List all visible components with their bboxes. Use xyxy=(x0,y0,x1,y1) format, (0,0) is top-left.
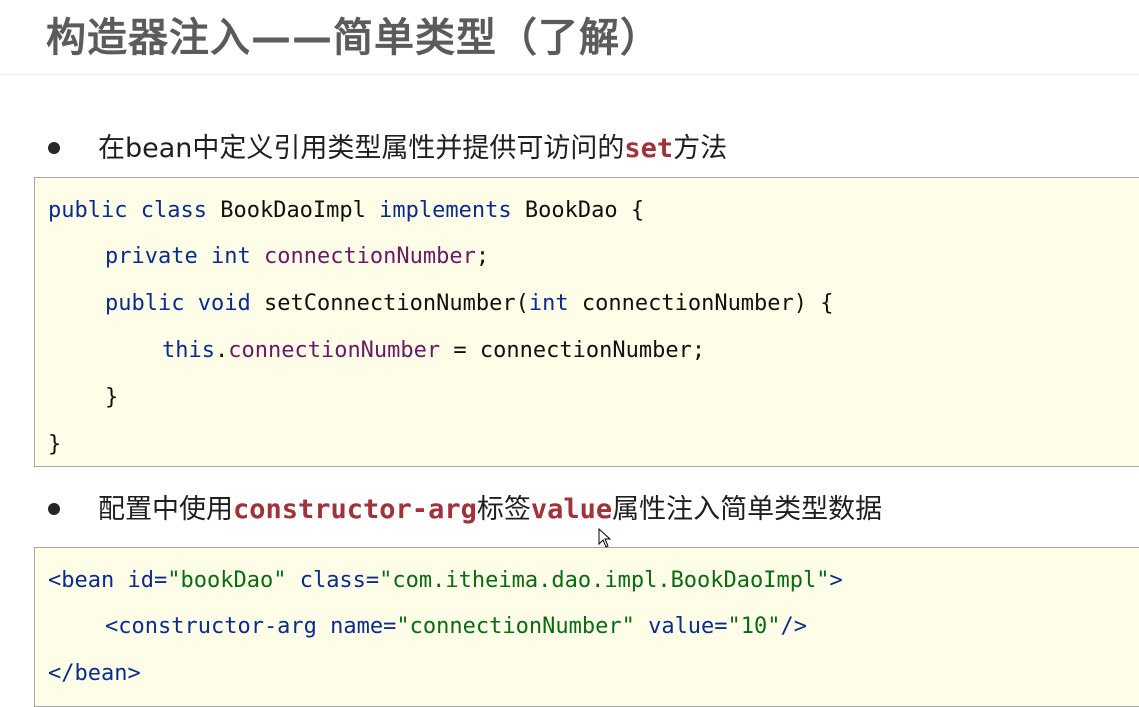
bullet2-keyword-constructor-arg: constructor-arg xyxy=(233,494,477,525)
code-line: private int connectionNumber; xyxy=(105,242,489,272)
code-line: } xyxy=(105,385,119,410)
xml-attr: class= xyxy=(286,568,380,593)
code-text: = connectionNumber; xyxy=(440,338,706,363)
keyword: this xyxy=(162,338,215,363)
xml-attr: id= xyxy=(127,568,168,593)
keyword: public xyxy=(105,291,185,316)
code-line: this.connectionNumber = connectionNumber… xyxy=(162,336,705,366)
page-title: 构造器注入——简单类型（了解） xyxy=(46,15,661,61)
xml-attr: value= xyxy=(634,614,728,639)
xml-attr-value: "bookDao" xyxy=(167,568,287,593)
class-name: BookDaoImpl xyxy=(206,198,380,223)
xml-tag: > xyxy=(829,568,843,593)
xml-tag: /> xyxy=(780,614,808,639)
bullet-dot-icon xyxy=(48,141,60,154)
bullet1-text-end: 方法 xyxy=(673,133,728,164)
field-name: connectionNumber xyxy=(263,244,476,269)
xml-tag: <constructor-arg xyxy=(105,614,331,639)
code-line: } xyxy=(48,432,62,457)
code-line: <bean id="bookDao" class="com.itheima.da… xyxy=(48,566,843,596)
code-text: ; xyxy=(475,244,490,269)
keyword: public xyxy=(48,198,128,223)
code-line: </bean> xyxy=(48,659,141,689)
bullet-dot-icon xyxy=(48,502,60,515)
method-name: setConnectionNumber( xyxy=(250,291,529,316)
title-divider xyxy=(0,74,1139,75)
java-code-block: public class BookDaoImpl implements Book… xyxy=(34,177,1139,467)
code-text: connectionNumber) { xyxy=(568,291,834,316)
keyword: void xyxy=(197,291,251,316)
keyword: implements xyxy=(379,198,512,223)
mouse-pointer-icon xyxy=(598,528,612,548)
code-text: BookDao { xyxy=(511,198,645,223)
xml-attr: name= xyxy=(330,614,397,639)
code-text: . xyxy=(214,338,229,363)
field-name: connectionNumber xyxy=(228,338,441,363)
bullet1-keyword-set: set xyxy=(624,133,674,164)
xml-tag: <bean xyxy=(48,568,128,593)
code-line: <constructor-arg name="connectionNumber"… xyxy=(105,612,807,642)
xml-attr-value: "10" xyxy=(727,614,781,639)
xml-attr-value: "com.itheima.dao.impl.BookDaoImpl" xyxy=(379,568,830,593)
bullet2-keyword-value: value xyxy=(530,494,613,525)
bullet1-text: 在bean中定义引用类型属性并提供可访问的 xyxy=(98,133,625,164)
bullet-item-set-method: 在bean中定义引用类型属性并提供可访问的set方法 xyxy=(48,129,727,169)
code-line: public class BookDaoImpl implements Book… xyxy=(48,196,644,226)
keyword: int xyxy=(210,244,251,269)
xml-tag: </bean> xyxy=(48,661,141,686)
xml-attr-value: "connectionNumber" xyxy=(396,614,635,639)
bullet2-text-mid: 标签 xyxy=(476,494,531,525)
bullet2-text-end: 属性注入简单类型数据 xyxy=(612,494,883,525)
xml-code-block: <bean id="bookDao" class="com.itheima.da… xyxy=(34,547,1139,707)
keyword: class xyxy=(140,198,207,223)
bullet2-text: 配置中使用 xyxy=(98,494,233,525)
keyword: int xyxy=(528,291,569,316)
code-line: public void setConnectionNumber(int conn… xyxy=(105,289,834,319)
keyword: private xyxy=(105,244,198,269)
bullet-item-constructor-arg: 配置中使用constructor-arg标签value属性注入简单类型数据 xyxy=(48,490,882,530)
